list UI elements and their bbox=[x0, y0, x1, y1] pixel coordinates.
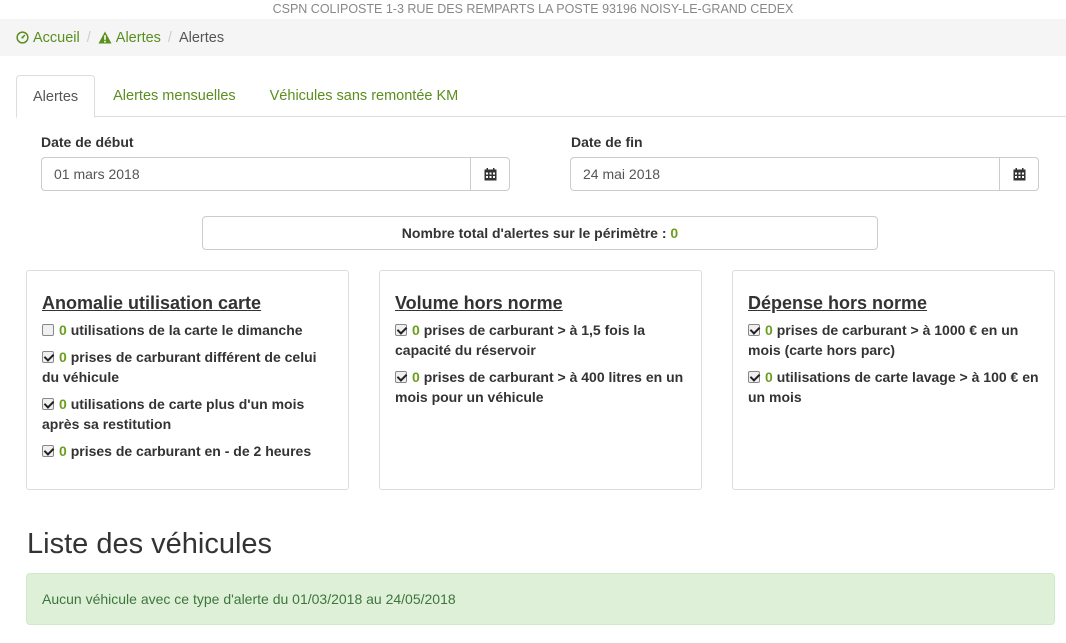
breadcrumb-alerts[interactable]: Alertes bbox=[98, 30, 161, 46]
start-date-calendar-button[interactable] bbox=[470, 157, 510, 191]
total-alerts-box: Nombre total d'alertes sur le périmètre … bbox=[202, 216, 878, 250]
start-date-group bbox=[41, 157, 510, 191]
alert-count: 0 bbox=[765, 322, 773, 338]
alert-item[interactable]: 0 prises de carburant > à 1000 € en un m… bbox=[748, 320, 1039, 360]
panel-title: Dépense hors norme bbox=[748, 293, 928, 313]
end-date-label: Date de fin bbox=[571, 134, 643, 150]
breadcrumb-separator: / bbox=[86, 29, 91, 46]
alert-text: prises de carburant différent de celui d… bbox=[42, 349, 317, 385]
breadcrumb-alerts-label: Alertes bbox=[115, 29, 161, 46]
breadcrumb-home-label: Accueil bbox=[33, 29, 80, 46]
vehicles-section-title: Liste des véhicules bbox=[27, 528, 273, 560]
alert-count: 0 bbox=[765, 369, 773, 385]
alert-item[interactable]: 0 prises de carburant > à 1,5 fois la ca… bbox=[395, 320, 686, 360]
end-date-calendar-button[interactable] bbox=[999, 157, 1039, 191]
tab-bar: Alertes Alertes mensuelles Véhicules san… bbox=[16, 75, 1066, 118]
start-date-label: Date de début bbox=[41, 134, 134, 150]
alert-text: utilisations de la carte le dimanche bbox=[70, 322, 303, 338]
calendar-icon bbox=[484, 167, 496, 180]
panel-depense-hors-norme: Dépense hors norme 0 prises de carburant… bbox=[732, 270, 1055, 490]
breadcrumb-home[interactable]: Accueil bbox=[16, 30, 80, 46]
total-alerts-label: Nombre total d'alertes sur le périmètre … bbox=[401, 225, 671, 241]
alert-item[interactable]: 0 prises de carburant > à 400 litres en … bbox=[395, 367, 686, 407]
alert-item[interactable]: 0 prises de carburant en - de 2 heures bbox=[42, 441, 333, 461]
alert-count: 0 bbox=[412, 369, 420, 385]
breadcrumb: Accueil / Alertes / Alertes bbox=[0, 19, 1066, 56]
breadcrumb-current: Alertes bbox=[178, 29, 225, 46]
panel-volume-hors-norme: Volume hors norme 0 prises de carburant … bbox=[379, 270, 702, 490]
end-date-input[interactable] bbox=[570, 157, 999, 191]
calendar-icon bbox=[1013, 167, 1025, 180]
alert-item[interactable]: 0 utilisations de la carte le dimanche bbox=[42, 320, 333, 340]
alert-checkbox[interactable] bbox=[395, 371, 407, 383]
dashboard-icon bbox=[16, 31, 29, 44]
alert-checkbox[interactable] bbox=[42, 351, 54, 363]
alert-checkbox[interactable] bbox=[42, 324, 54, 336]
alert-text: utilisations de carte lavage > à 100 € e… bbox=[748, 369, 1039, 405]
alert-count: 0 bbox=[412, 322, 420, 338]
tab-vehicules-sans-remontee-km[interactable]: Véhicules sans remontée KM bbox=[254, 75, 475, 117]
alert-item[interactable]: 0 prises de carburant différent de celui… bbox=[42, 347, 333, 387]
alert-text: prises de carburant en - de 2 heures bbox=[70, 443, 312, 459]
alert-checkbox[interactable] bbox=[42, 445, 54, 457]
no-vehicle-alert: Aucun véhicule avec ce type d'alerte du … bbox=[26, 573, 1055, 625]
alert-count: 0 bbox=[59, 396, 67, 412]
alert-checkbox[interactable] bbox=[395, 324, 407, 336]
tab-alertes[interactable]: Alertes bbox=[16, 75, 96, 118]
alert-checkbox[interactable] bbox=[42, 398, 54, 410]
start-date-input[interactable] bbox=[41, 157, 470, 191]
alert-text: prises de carburant > à 1,5 fois la capa… bbox=[395, 322, 646, 358]
site-address: CSPN COLIPOSTE 1-3 RUE DES REMPARTS LA P… bbox=[272, 2, 794, 16]
alert-checkbox[interactable] bbox=[748, 324, 760, 336]
panel-title: Volume hors norme bbox=[395, 293, 563, 313]
alert-count: 0 bbox=[59, 443, 67, 459]
panel-anomalie-utilisation-carte: Anomalie utilisation carte 0 utilisation… bbox=[26, 270, 349, 490]
alert-count: 0 bbox=[59, 349, 67, 365]
alert-item[interactable]: 0 utilisations de carte lavage > à 100 €… bbox=[748, 367, 1039, 407]
end-date-group bbox=[570, 157, 1039, 191]
panel-title: Anomalie utilisation carte bbox=[42, 293, 262, 313]
alert-text: prises de carburant > à 1000 € en un moi… bbox=[748, 322, 1019, 358]
breadcrumb-separator: / bbox=[167, 29, 172, 46]
alert-text: utilisations de carte plus d'un mois apr… bbox=[42, 396, 305, 432]
alert-item[interactable]: 0 utilisations de carte plus d'un mois a… bbox=[42, 394, 333, 434]
alert-count: 0 bbox=[59, 322, 67, 338]
tab-alertes-mensuelles[interactable]: Alertes mensuelles bbox=[97, 75, 252, 117]
warning-icon bbox=[98, 31, 112, 44]
alert-text: prises de carburant > à 400 litres en un… bbox=[395, 369, 684, 405]
alert-checkbox[interactable] bbox=[748, 371, 760, 383]
total-alerts-count: 0 bbox=[670, 225, 679, 241]
